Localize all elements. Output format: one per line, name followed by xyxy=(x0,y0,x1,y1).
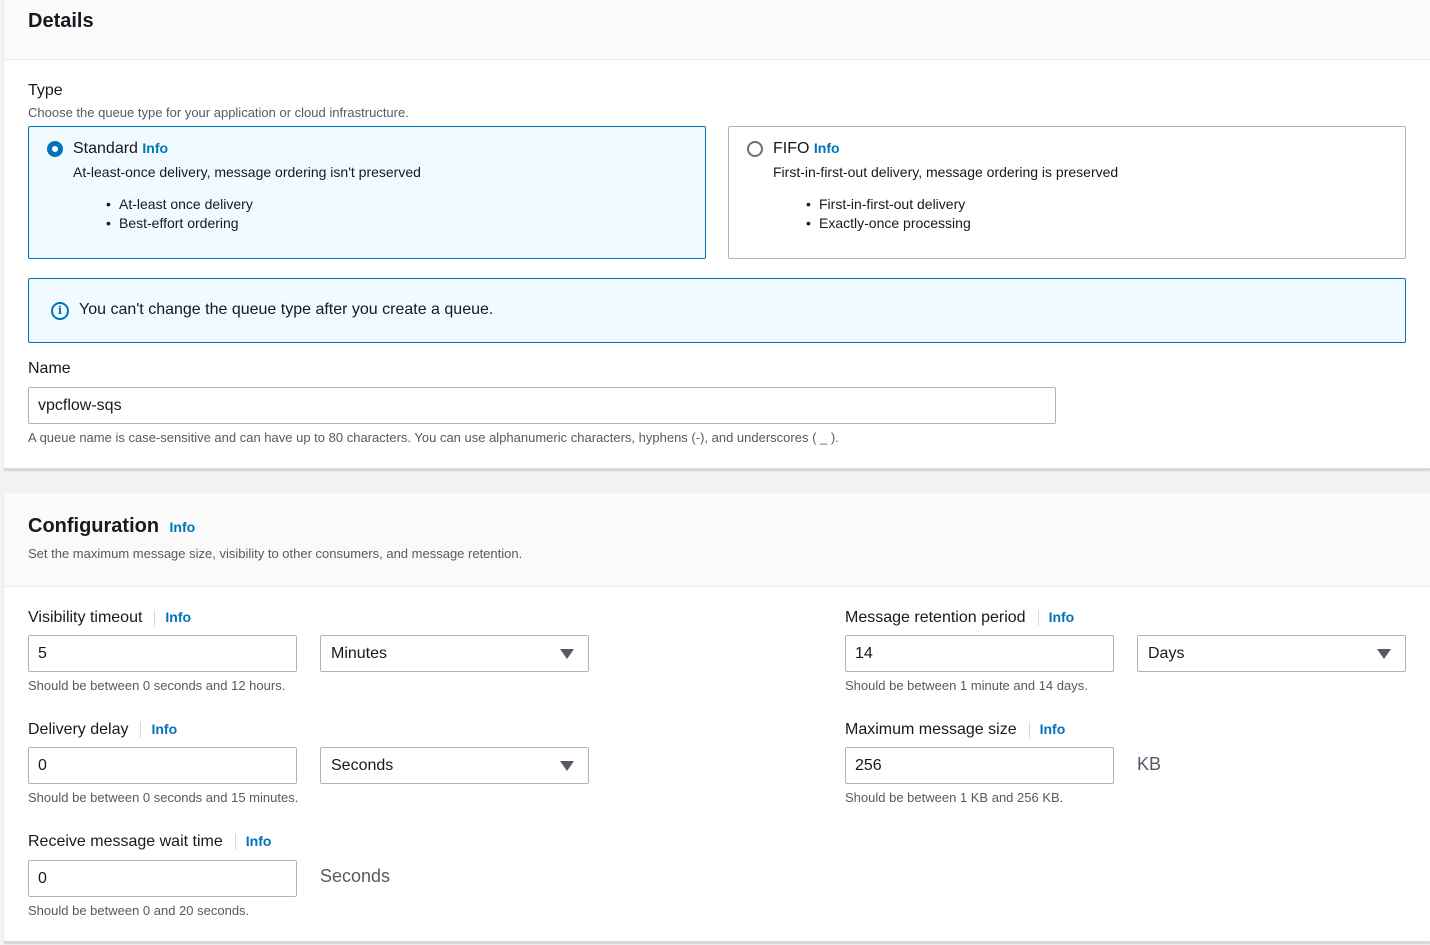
visibility-timeout-label: Visibility timeout xyxy=(28,609,143,626)
fifo-radio[interactable] xyxy=(747,141,763,157)
receive-wait-info-link[interactable]: Info xyxy=(246,833,272,849)
name-hint: A queue name is case-sensitive and can h… xyxy=(28,430,839,445)
caret-down-icon xyxy=(560,649,574,659)
list-item: At-least once delivery xyxy=(106,195,253,214)
fifo-description: First-in-first-out delivery, message ord… xyxy=(773,164,1119,180)
max-size-unit: KB xyxy=(1137,754,1162,774)
fifo-title-row: FIFO Info xyxy=(773,140,840,158)
retention-unit: Days xyxy=(1148,645,1185,662)
standard-info-link[interactable]: Info xyxy=(142,140,168,156)
delivery-delay-hint: Should be between 0 seconds and 15 minut… xyxy=(28,790,299,805)
configuration-info-link[interactable]: Info xyxy=(170,519,196,535)
standard-bullets: At-least once delivery Best-effort order… xyxy=(106,195,253,233)
retention-info-link[interactable]: Info xyxy=(1049,609,1075,625)
queue-name-input[interactable] xyxy=(28,387,1056,424)
receive-wait-hint: Should be between 0 and 20 seconds. xyxy=(28,903,250,918)
delivery-delay-label: Delivery delay xyxy=(28,721,129,738)
delivery-delay-info-link[interactable]: Info xyxy=(151,721,177,737)
receive-wait-label: Receive message wait time xyxy=(28,833,223,850)
visibility-timeout-unit: Minutes xyxy=(331,645,388,662)
type-label: Type xyxy=(28,82,63,99)
queue-type-fifo-tile[interactable]: FIFO Info First-in-first-out delivery, m… xyxy=(728,126,1406,259)
delivery-delay-unit-select[interactable]: Seconds xyxy=(320,747,589,784)
delivery-delay-unit: Seconds xyxy=(331,757,394,774)
delivery-delay-input[interactable] xyxy=(28,747,297,784)
list-item: First-in-first-out delivery xyxy=(806,195,971,214)
configuration-subtitle: Set the maximum message size, visibility… xyxy=(28,546,523,561)
receive-wait-input[interactable] xyxy=(28,860,297,897)
name-label: Name xyxy=(28,360,71,377)
caret-down-icon xyxy=(1377,649,1391,659)
list-item: Best-effort ordering xyxy=(106,214,253,233)
max-size-info-link[interactable]: Info xyxy=(1040,721,1066,737)
details-header: Details xyxy=(4,0,1430,60)
receive-wait-unit: Seconds xyxy=(320,866,391,886)
max-size-label-row: Maximum message size Info xyxy=(845,721,1065,739)
details-title: Details xyxy=(28,10,94,32)
visibility-timeout-input[interactable] xyxy=(28,635,297,672)
visibility-timeout-label-row: Visibility timeout Info xyxy=(28,609,191,627)
retention-hint: Should be between 1 minute and 14 days. xyxy=(845,678,1088,693)
queue-type-standard-tile[interactable]: Standard Info At-least-once delivery, me… xyxy=(28,126,706,259)
queue-type-alert: i You can't change the queue type after … xyxy=(28,278,1406,343)
visibility-timeout-hint: Should be between 0 seconds and 12 hours… xyxy=(28,678,286,693)
standard-radio[interactable] xyxy=(47,141,63,157)
receive-wait-label-row: Receive message wait time Info xyxy=(28,833,271,851)
standard-description: At-least-once delivery, message ordering… xyxy=(73,164,421,180)
caret-down-icon xyxy=(560,761,574,771)
configuration-title: Configuration xyxy=(28,515,160,537)
standard-title-row: Standard Info xyxy=(73,140,168,158)
info-circle-icon: i xyxy=(51,302,69,320)
fifo-info-link[interactable]: Info xyxy=(814,140,840,156)
visibility-timeout-unit-select[interactable]: Minutes xyxy=(320,635,589,672)
max-size-hint: Should be between 1 KB and 256 KB. xyxy=(845,790,1064,805)
standard-title: Standard xyxy=(73,140,138,157)
delivery-delay-label-row: Delivery delay Info xyxy=(28,721,177,739)
visibility-timeout-info-link[interactable]: Info xyxy=(165,609,191,625)
fifo-bullets: First-in-first-out delivery Exactly-once… xyxy=(806,195,971,233)
details-panel: Details Type Choose the queue type for y… xyxy=(4,0,1430,470)
configuration-header: Configuration Info Set the maximum messa… xyxy=(4,493,1430,587)
max-size-label: Maximum message size xyxy=(845,721,1017,738)
retention-label-row: Message retention period Info xyxy=(845,609,1074,627)
retention-unit-select[interactable]: Days xyxy=(1137,635,1406,672)
alert-text: You can't change the queue type after yo… xyxy=(79,301,494,318)
retention-input[interactable] xyxy=(845,635,1114,672)
configuration-title-row: Configuration Info xyxy=(28,515,195,538)
configuration-panel: Configuration Info Set the maximum messa… xyxy=(4,493,1430,943)
max-size-input[interactable] xyxy=(845,747,1114,784)
list-item: Exactly-once processing xyxy=(806,214,971,233)
type-hint: Choose the queue type for your applicati… xyxy=(28,105,409,120)
fifo-title: FIFO xyxy=(773,140,810,157)
retention-label: Message retention period xyxy=(845,609,1026,626)
